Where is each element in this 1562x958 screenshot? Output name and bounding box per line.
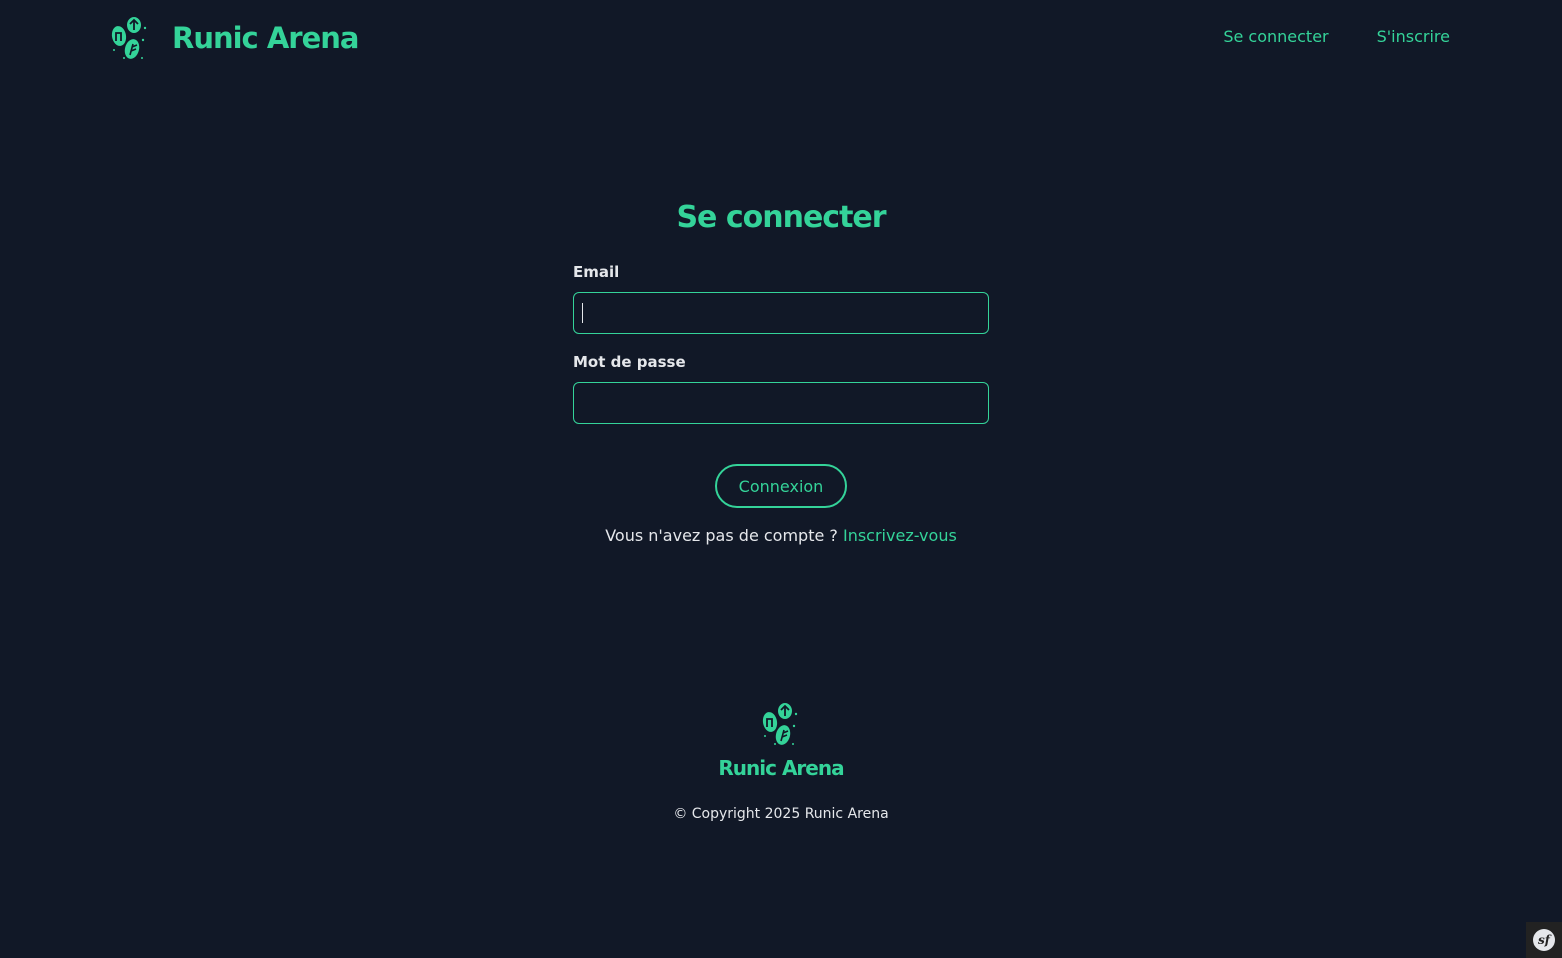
page-title: Se connecter <box>676 200 886 235</box>
copyright-text: © Copyright 2025 Runic Arena <box>673 806 889 822</box>
site-footer: Runic Arena © Copyright 2025 Runic Arena <box>0 700 1562 822</box>
submit-row: Connexion <box>573 464 989 508</box>
password-label: Mot de passe <box>573 353 686 371</box>
site-header: Runic Arena Se connecter S'inscrire <box>0 0 1562 76</box>
brand-name: Runic Arena <box>172 21 359 55</box>
signup-link[interactable]: Inscrivez-vous <box>843 526 957 545</box>
footer-brand-name: Runic Arena <box>718 756 844 780</box>
symfony-icon: sf <box>1533 929 1555 951</box>
signup-prompt: Vous n'avez pas de compte ? Inscrivez-vo… <box>573 526 989 545</box>
nav-login-link[interactable]: Se connecter <box>1223 27 1328 46</box>
email-field-wrap <box>573 292 989 334</box>
rune-stones-icon <box>762 703 798 745</box>
page: Runic Arena Se connecter S'inscrire Se c… <box>0 0 1562 958</box>
rune-stones-icon <box>111 17 147 59</box>
nav-signup-link[interactable]: S'inscrire <box>1377 27 1450 46</box>
email-label: Email <box>573 263 620 281</box>
password-field[interactable] <box>573 382 989 424</box>
main-nav: Se connecter S'inscrire <box>1223 27 1450 46</box>
no-account-text: Vous n'avez pas de compte ? <box>605 526 843 545</box>
login-form: Se connecter Email Mot de passe Connexio… <box>573 195 989 545</box>
email-field[interactable] <box>573 292 989 334</box>
debug-toolbar-toggle[interactable]: sf <box>1526 922 1562 958</box>
login-button[interactable]: Connexion <box>715 464 847 508</box>
text-caret <box>582 303 583 323</box>
home-link[interactable]: Runic Arena <box>110 14 359 62</box>
